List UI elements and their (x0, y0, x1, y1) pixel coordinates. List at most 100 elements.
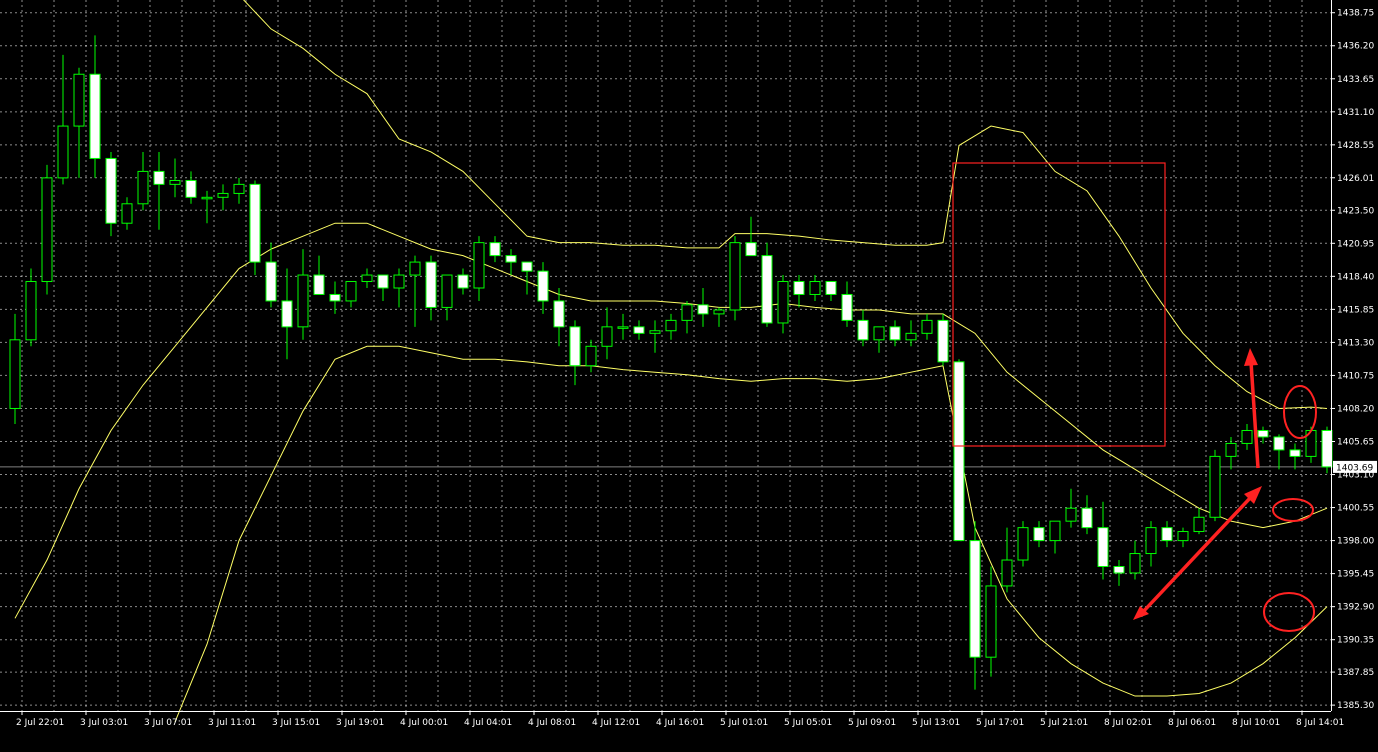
price-tick-label: 1418.40 (1337, 272, 1374, 282)
candle-body-bearish (89, 73, 101, 159)
candle-body-bearish (153, 170, 165, 185)
candle-body-bearish (265, 261, 277, 302)
candle-body-bearish (1113, 566, 1125, 574)
price-tick-label: 1408.20 (1337, 404, 1374, 414)
price-tick-label: 1387.85 (1337, 668, 1374, 678)
price-tick-label: 1385.30 (1337, 701, 1374, 711)
time-tick-label: 3 Jul 03:01 (80, 718, 128, 728)
candle-body-bullish (681, 304, 693, 321)
candle-body-bullish (297, 274, 309, 328)
time-tick-label: 5 Jul 09:01 (848, 718, 896, 728)
candle-body-bearish (1257, 429, 1269, 438)
candle-body-bullish (1241, 429, 1253, 444)
price-tick-label: 1405.65 (1337, 437, 1374, 447)
price-tick-label: 1436.20 (1337, 42, 1374, 52)
candle-body-bullish (1209, 455, 1221, 518)
candle-body-bearish (1321, 429, 1333, 468)
time-tick-label: 5 Jul 05:01 (784, 718, 832, 728)
time-tick-label: 8 Jul 14:01 (1296, 718, 1344, 728)
candle-body-bearish (1273, 436, 1285, 451)
candle-body-bullish (1129, 553, 1141, 574)
price-tick-label: 1400.55 (1337, 504, 1374, 514)
candle-body-bullish (809, 281, 821, 295)
candle-body-bullish (137, 170, 149, 205)
candle-body-bullish (1177, 531, 1189, 542)
candle (1321, 426, 1333, 474)
time-tick-label: 5 Jul 21:01 (1040, 718, 1088, 728)
candle-body-bullish (25, 281, 37, 341)
time-tick-label: 3 Jul 11:01 (208, 718, 256, 728)
candle-body-bearish (1097, 527, 1109, 568)
candle (1017, 521, 1029, 567)
candle-body-bearish (633, 326, 645, 334)
candle-body-bearish (569, 326, 581, 367)
time-tick-label: 2 Jul 22:01 (16, 718, 64, 728)
candle-body-bullish (361, 274, 373, 283)
price-tick-label: 1398.00 (1337, 537, 1374, 547)
candle-body-bearish (937, 319, 949, 363)
candle-body-bearish (1289, 449, 1301, 457)
candle (937, 313, 949, 366)
candle-body-bearish (857, 319, 869, 341)
time-tick-label: 4 Jul 00:01 (400, 718, 448, 728)
candle-body-bullish (617, 326, 629, 329)
candle-body-bearish (1033, 527, 1045, 542)
candle-body-bullish (57, 125, 69, 179)
time-tick-label: 5 Jul 17:01 (976, 718, 1024, 728)
candle-body-bullish (1065, 507, 1077, 522)
price-tick-label: 1438.75 (1337, 9, 1374, 19)
candle-body-bullish (1017, 527, 1029, 561)
candle-body-bullish (121, 203, 133, 224)
candle-body-bearish (537, 270, 549, 302)
candle-body-bullish (169, 179, 181, 185)
candle-body-bearish (313, 274, 325, 295)
candle-body-bullish (601, 326, 613, 347)
candle-body-bullish (665, 319, 677, 332)
candle-body-bullish (1225, 442, 1237, 457)
price-tick-label: 1423.50 (1337, 206, 1374, 216)
candle (761, 242, 773, 327)
candle-body-bullish (41, 177, 53, 283)
candle-body-bearish (745, 242, 757, 257)
candle-body-bearish (1081, 507, 1093, 529)
candle-body-bullish (921, 319, 933, 334)
time-tick-label: 8 Jul 06:01 (1168, 718, 1216, 728)
candle-body-bearish (969, 540, 981, 658)
candle-body-bearish (329, 293, 341, 302)
candle-body-bearish (281, 300, 293, 328)
price-tick-label: 1428.55 (1337, 141, 1374, 151)
candle (1209, 449, 1221, 522)
candle-body-bearish (377, 274, 389, 289)
candle-body-bullish (73, 73, 85, 127)
candle-body-bullish (649, 330, 661, 334)
time-tick-label: 8 Jul 02:01 (1104, 718, 1152, 728)
candlestick-chart: 1438.75 1436.20 1433.65 1431.10 1428.55 1426.… (0, 0, 1378, 748)
candle-body-bullish (905, 332, 917, 341)
price-tick-label: 1390.35 (1337, 636, 1374, 646)
price-tick-label: 1433.65 (1337, 75, 1374, 85)
candle-body-bullish (9, 339, 21, 409)
price-tick-label: 1392.90 (1337, 603, 1374, 613)
candle-body-bearish (505, 255, 517, 263)
time-tick-label: 4 Jul 08:01 (528, 718, 576, 728)
candle-body-bullish (1145, 527, 1157, 555)
candle-body-bearish (761, 255, 773, 324)
current-price-label: 1403.69 (1336, 463, 1373, 473)
time-tick-label: 4 Jul 16:01 (656, 718, 704, 728)
candle-body-bullish (393, 274, 405, 289)
time-tick-label: 3 Jul 07:01 (144, 718, 192, 728)
candle-body-bullish (409, 261, 421, 276)
candle-body-bullish (217, 192, 229, 198)
candle-body-bullish (1049, 520, 1061, 542)
candle (105, 151, 117, 237)
candle-body-bullish (729, 242, 741, 311)
candle-body-bullish (233, 183, 245, 194)
candle-body-bullish (1193, 516, 1205, 533)
candle-body-bearish (953, 361, 965, 542)
time-tick-label: 4 Jul 04:01 (464, 718, 512, 728)
price-tick-label: 1431.10 (1337, 108, 1374, 118)
candle-body-bearish (825, 281, 837, 295)
time-tick-label: 5 Jul 13:01 (912, 718, 960, 728)
candle (729, 236, 741, 321)
candle-body-bearish (105, 157, 117, 224)
